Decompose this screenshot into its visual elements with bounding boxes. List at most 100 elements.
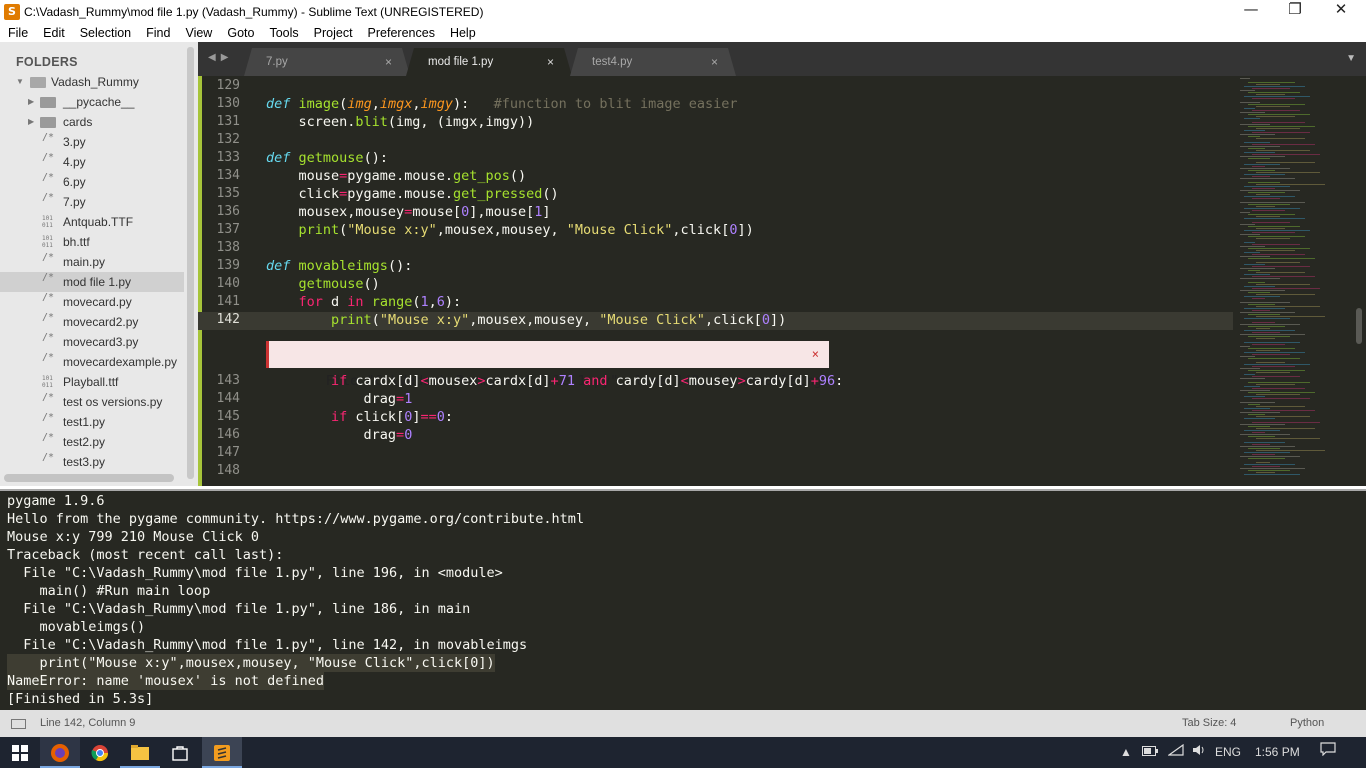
sidebar-file-item[interactable]: /* movecard3.py — [0, 332, 184, 352]
sidebar-file-item[interactable]: /* test2.py — [0, 432, 184, 452]
close-icon[interactable]: × — [547, 48, 554, 76]
menu-selection[interactable]: Selection — [72, 26, 138, 40]
menu-preferences[interactable]: Preferences — [360, 26, 442, 40]
minimap-line — [1240, 268, 1275, 269]
menu-edit[interactable]: Edit — [35, 26, 72, 40]
tree-folder-cards[interactable]: ▶ cards — [0, 112, 184, 132]
volume-icon[interactable] — [1192, 737, 1206, 768]
sidebar-file-item[interactable]: /* test os versions.py — [0, 392, 184, 412]
minimap-line — [1256, 206, 1275, 207]
sidebar-file-item[interactable]: /* 7.py — [0, 192, 184, 212]
tab-mod-file-1[interactable]: mod file 1.py × — [406, 48, 572, 76]
minimap-line — [1240, 278, 1280, 279]
minimap-line — [1244, 418, 1275, 419]
minimap-line — [1244, 108, 1255, 109]
sidebar-file-item[interactable]: 101 011 Playball.ttf — [0, 372, 184, 392]
sidebar-file-item[interactable]: /* main.py — [0, 252, 184, 272]
firefox-icon[interactable] — [40, 737, 80, 768]
sidebar-file-item[interactable]: /* 3.py — [0, 132, 184, 152]
panel-toggle-icon[interactable] — [11, 719, 26, 729]
close-icon[interactable]: × — [711, 48, 718, 76]
wifi-icon[interactable] — [1167, 737, 1184, 768]
chevron-up-icon[interactable]: ▲ — [1120, 737, 1132, 768]
chevron-right-icon[interactable]: ▶ — [28, 112, 34, 132]
sidebar-file-item[interactable]: /* mod file 1.py — [0, 272, 184, 292]
clock[interactable]: 1:56 PM — [1255, 737, 1300, 768]
minimap-line — [1256, 294, 1315, 295]
minimap[interactable] — [1238, 76, 1356, 486]
minimap-line — [1248, 248, 1310, 249]
minimap-line — [1244, 442, 1285, 443]
minimap-line — [1248, 214, 1295, 215]
tab-test4py[interactable]: test4.py × — [570, 48, 736, 76]
language-indicator[interactable]: ENG — [1215, 737, 1241, 768]
binary-file-icon: 101 011 — [42, 235, 53, 249]
menu-project[interactable]: Project — [306, 26, 360, 40]
minimap-line — [1248, 326, 1285, 327]
close-icon[interactable]: × — [812, 341, 819, 368]
menu-find[interactable]: Find — [138, 26, 177, 40]
battery-icon[interactable] — [1142, 737, 1158, 768]
sidebar-file-item[interactable]: /* movecard2.py — [0, 312, 184, 332]
minimap-line — [1240, 456, 1300, 457]
chevron-down-icon[interactable]: ▼ — [16, 72, 24, 92]
tab-menu-chevron-icon[interactable]: ▼ — [1346, 53, 1356, 64]
editor-vertical-scrollbar[interactable] — [1356, 308, 1362, 344]
sidebar-file-item[interactable]: /* 6.py — [0, 172, 184, 192]
menu-file[interactable]: File — [0, 26, 35, 40]
tab-nav-arrows-icon[interactable]: ◀▶ — [208, 52, 233, 63]
minimap-line — [1240, 90, 1255, 91]
minimap-line — [1256, 272, 1305, 273]
tab-7py[interactable]: 7.py × — [244, 48, 410, 76]
folder-icon — [40, 97, 56, 108]
minimap-line — [1252, 454, 1275, 455]
sidebar-file-item[interactable]: /* movecardexample.py — [0, 352, 184, 372]
sidebar-horizontal-scrollbar[interactable] — [4, 474, 174, 482]
sidebar-vertical-scrollbar[interactable] — [187, 47, 194, 479]
store-icon[interactable] — [160, 737, 200, 768]
sidebar-file-label: Antquab.TTF — [63, 215, 134, 229]
windows-start-icon[interactable] — [0, 737, 40, 768]
code-editor[interactable]: 129 130 def image(img,imgx,imgy): #funct… — [198, 76, 1366, 486]
chrome-icon[interactable] — [80, 737, 120, 768]
code-line-current: print("Mouse x:y",mousex,mousey, "Mouse … — [331, 312, 787, 328]
close-icon[interactable]: × — [385, 48, 392, 76]
restore-button[interactable]: ❐ — [1272, 0, 1318, 23]
notifications-icon[interactable] — [1320, 737, 1336, 768]
minimap-line — [1248, 192, 1285, 193]
menu-goto[interactable]: Goto — [219, 26, 261, 40]
minimap-line — [1244, 286, 1275, 287]
menu-help[interactable]: Help — [442, 26, 483, 40]
sidebar-file-item[interactable]: 101 011 Antquab.TTF — [0, 212, 184, 232]
code-line: click=pygame.mouse.get_pressed() — [266, 186, 559, 202]
close-window-button[interactable]: ✕ — [1318, 0, 1364, 23]
menu-tools[interactable]: Tools — [261, 26, 305, 40]
file-explorer-icon[interactable] — [120, 737, 160, 768]
tree-folder-pycache[interactable]: ▶ __pycache__ — [0, 92, 184, 112]
status-bar: Line 142, Column 9 Tab Size: 4 Python — [0, 710, 1366, 737]
minimap-line — [1256, 338, 1275, 339]
sublime-taskbar-icon[interactable] — [202, 737, 242, 768]
sidebar-file-item[interactable]: /* test1.py — [0, 412, 184, 432]
menu-view[interactable]: View — [177, 26, 219, 40]
syntax-selector[interactable]: Python — [1290, 710, 1324, 737]
sidebar-file-item[interactable]: /* movecard.py — [0, 292, 184, 312]
sidebar-file-label: 3.py — [63, 135, 86, 149]
tab-size-selector[interactable]: Tab Size: 4 — [1182, 710, 1236, 737]
line-number: 133 — [216, 150, 240, 165]
code-line: print("Mouse x:y",mousex,mousey, "Mouse … — [298, 222, 754, 238]
minimap-line — [1248, 136, 1260, 137]
chevron-right-icon[interactable]: ▶ — [28, 92, 34, 112]
tree-root-folder[interactable]: ▼ Vadash_Rummy — [0, 72, 184, 92]
minimap-line — [1244, 86, 1305, 87]
sidebar-file-item[interactable]: /* test3.py — [0, 452, 184, 472]
build-output-panel[interactable]: pygame 1.9.6 Hello from the pygame commun… — [0, 489, 1366, 710]
sidebar-file-item[interactable]: 101 011 bh.ttf — [0, 232, 184, 252]
line-number: 144 — [216, 391, 240, 406]
minimap-line — [1244, 330, 1295, 331]
minimize-button[interactable]: — — [1228, 0, 1274, 23]
error-phantom: File "C:\Vadash_Rummy\mod file 1.py", li… — [266, 341, 830, 389]
folder-icon — [40, 117, 56, 128]
sidebar-file-item[interactable]: /* 4.py — [0, 152, 184, 172]
windows-taskbar: ▲ ENG 1:56 PM — [0, 737, 1366, 768]
